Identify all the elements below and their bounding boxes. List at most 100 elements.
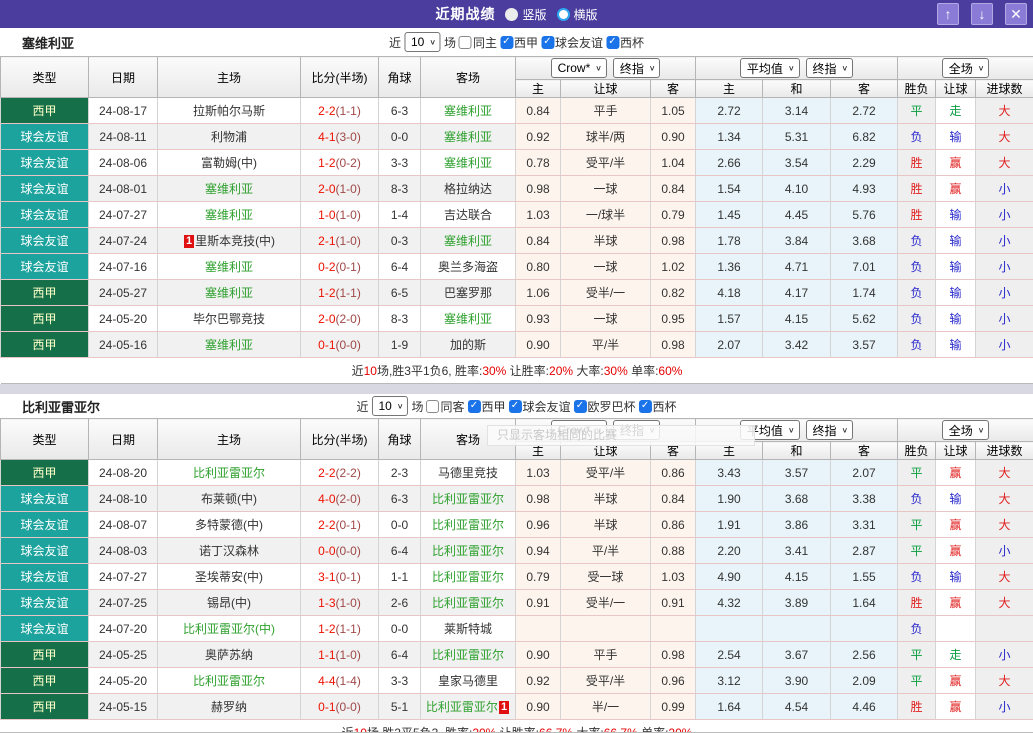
result-handicap-cell: 输: [935, 279, 977, 306]
match-count-select[interactable]: 10 ∨: [403, 32, 441, 52]
average-odds-cell: 4.93: [830, 175, 899, 202]
full-match-select[interactable]: 全场 ∨: [941, 420, 990, 440]
result-goals-cell: 小: [975, 201, 1033, 228]
odds-final-select[interactable]: 终指 ∨: [612, 58, 661, 78]
handicap-odds-cell: 一球: [560, 253, 651, 280]
radio-vertical-layout[interactable]: 竖版: [505, 6, 547, 23]
summary-text: 60%: [658, 364, 683, 378]
result-handicap-cell: 输: [935, 485, 977, 512]
close-button[interactable]: ✕: [1005, 3, 1027, 25]
match-date-cell: 24-07-27: [88, 201, 158, 228]
full-match-select[interactable]: 全场 ∨: [941, 58, 990, 78]
away-team-cell: 马德里竞技: [420, 459, 516, 486]
average-final-select[interactable]: 终指 ∨: [805, 420, 854, 440]
same-venue-checkbox[interactable]: 同主: [458, 34, 497, 51]
odds-group-header: Crow* ∨ 终指 ∨: [514, 56, 697, 80]
summary-text: 单率:: [637, 726, 669, 733]
halftime-score: (1-0): [335, 595, 361, 610]
filter-league-checkbox[interactable]: ✓ 西甲: [499, 34, 538, 51]
handicap-odds-cell: 受平/半: [560, 149, 651, 176]
sub-column-header: 让球: [935, 441, 977, 460]
result-wdl-cell: 平: [897, 97, 937, 124]
average-final-select[interactable]: 终指 ∨: [805, 58, 854, 78]
match-type-cell: 球会友谊: [0, 511, 89, 538]
home-team-cell: 诺丁汉森林: [157, 537, 301, 564]
away-team-name: 塞维利亚: [443, 104, 492, 118]
odds-source-select[interactable]: Crow* ∨: [550, 58, 607, 78]
column-header: 日期: [88, 56, 158, 98]
dropdown-group: 全场 ∨: [898, 58, 1033, 78]
away-team-name: 比利亚雷亚尔: [425, 700, 498, 714]
move-up-button[interactable]: ↑: [937, 3, 959, 25]
match-row: 西甲 24-05-20 毕尔巴鄂竞技 2-0(2-0) 8-3 塞维利亚 0.93 一球 0.9…: [0, 305, 1033, 332]
average-odds-cell: 4.90: [695, 563, 764, 590]
result-goals-cell: 大: [975, 149, 1033, 176]
corner-cell: 0-3: [378, 227, 421, 254]
results-table: 类型日期主场比分(半场)角球客场Crow*∨终指∨平均值∨终指∨全场∨主让球客主…: [0, 56, 1033, 384]
result-handicap-cell: 输: [935, 331, 977, 358]
radio-horizontal-layout[interactable]: 横版: [556, 6, 598, 23]
home-team-cell: 塞维利亚: [157, 279, 301, 306]
corner-cell: 0-0: [378, 615, 421, 642]
filter-league-checkbox[interactable]: ✓ 球会友谊: [508, 398, 571, 415]
filter-near-label: 近: [388, 35, 401, 50]
filter-league-checkbox[interactable]: ✓ 西甲: [467, 398, 505, 415]
summary-text: 30%: [482, 364, 507, 378]
team-name: 塞维利亚: [22, 35, 75, 51]
score-cell: 1-2(1-1): [300, 279, 379, 306]
same-venue-checkbox[interactable]: 同客: [426, 398, 464, 415]
halftime-score: (1-0): [335, 181, 361, 196]
filter-league-checkbox[interactable]: ✓ 西杯: [606, 34, 644, 51]
average-odds-cell: [830, 615, 899, 642]
average-odds-cell: 3.42: [762, 331, 832, 358]
result-handicap-cell: 走: [935, 641, 977, 668]
handicap-odds-cell: 1.06: [515, 279, 561, 306]
fulltime-score: 4-1: [318, 129, 336, 144]
halftime-score: (0-2): [335, 155, 361, 170]
average-odds-cell: 2.87: [830, 537, 899, 564]
filter-league-checkbox[interactable]: ✓ 欧罗巴杯: [573, 398, 636, 415]
result-goals-cell: 小: [975, 331, 1033, 358]
average-odds-cell: 3.43: [695, 459, 764, 486]
recent-results-window: 近期战绩 竖版 横版 ↑ ↓ ✕ 塞维利亚近 10 ∨ 场同主 ✓ 西甲 ✓ 球会友谊 ✓ 西杯类…: [0, 0, 1033, 733]
result-handicap-cell: 赢: [935, 149, 977, 176]
home-team-name: 利物浦: [210, 130, 247, 144]
handicap-odds-cell: 0.86: [649, 459, 697, 486]
result-wdl-cell: 负: [897, 123, 937, 150]
checkbox-icon: ✓: [638, 399, 652, 413]
average-odds-cell: 1.90: [695, 485, 764, 512]
corner-cell: 5-1: [378, 693, 421, 720]
sub-column-header: 客: [830, 79, 899, 98]
average-odds-cell: [762, 615, 832, 642]
match-type-cell: 球会友谊: [0, 615, 89, 642]
match-count-select[interactable]: 10 ∨: [371, 396, 409, 416]
home-team-cell: 多特蒙德(中): [157, 511, 301, 538]
checkbox-icon: [458, 35, 472, 49]
handicap-odds-cell: 1.03: [515, 201, 561, 228]
home-team-name: 比利亚雷亚尔: [192, 674, 265, 688]
handicap-odds-cell: 一球: [560, 175, 651, 202]
result-handicap-cell: 赢: [935, 537, 977, 564]
filter-league-checkbox[interactable]: ✓ 球会友谊: [540, 34, 603, 51]
summary-text: 30%: [603, 364, 628, 378]
handicap-odds-cell: 0.99: [649, 693, 697, 720]
column-header: 类型: [0, 56, 89, 98]
filter-league-label: 球会友谊: [522, 399, 571, 414]
handicap-odds-cell: 受一球: [560, 563, 651, 590]
summary-text: 大率:: [573, 364, 604, 378]
move-down-button[interactable]: ↓: [971, 3, 993, 25]
summary-row: 近10场,胜2平5负3, 胜率:20% 让胜率:66.7% 大率:66.7% 单…: [0, 719, 1033, 733]
home-team-name: 塞维利亚: [204, 182, 253, 196]
handicap-odds-cell: 平/半: [560, 537, 651, 564]
handicap-odds-cell: 0.95: [649, 305, 697, 332]
home-team-cell: 比利亚雷亚尔(中): [157, 615, 301, 642]
match-date-cell: 24-08-10: [88, 485, 158, 512]
filter-league-checkbox[interactable]: ✓ 西杯: [638, 398, 677, 415]
average-select[interactable]: 平均值 ∨: [739, 58, 800, 78]
result-handicap-cell: 输: [935, 305, 977, 332]
rank-badge: 1: [498, 701, 510, 714]
score-cell: 2-0(1-0): [300, 175, 379, 202]
radio-vertical-label: 竖版: [522, 7, 547, 22]
corner-cell: 8-3: [378, 175, 421, 202]
match-row: 球会友谊 24-07-20 比利亚雷亚尔(中) 1-2(1-1) 0-0 莱斯特城负: [0, 615, 1033, 642]
